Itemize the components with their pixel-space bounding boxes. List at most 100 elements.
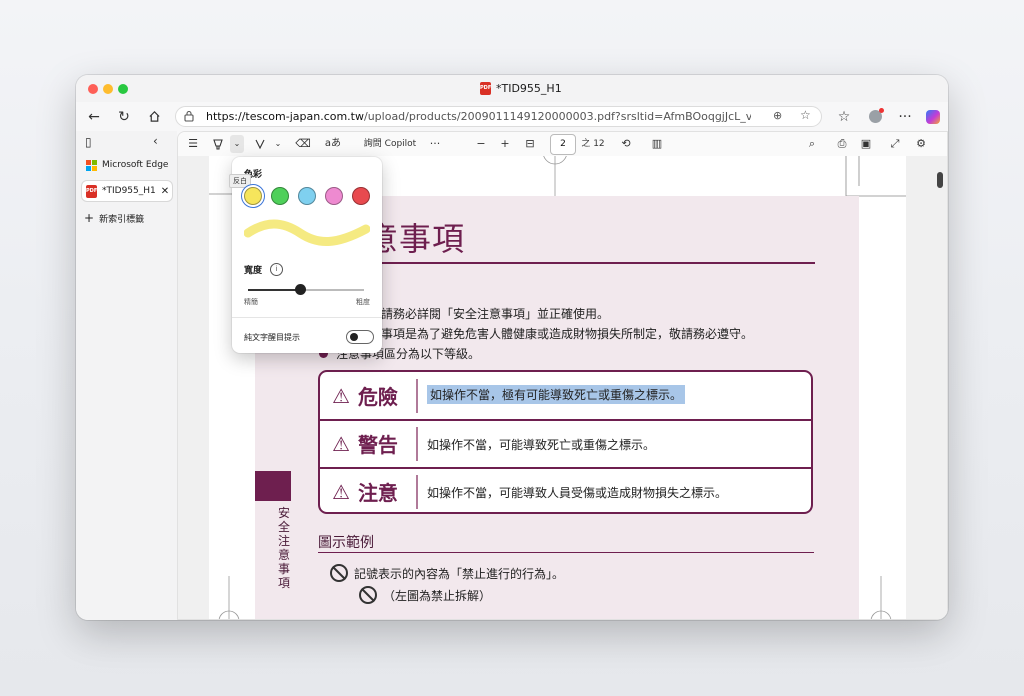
fit-page-icon[interactable]: ⊟ (522, 135, 538, 153)
pdf-icon: PDF (480, 82, 491, 95)
figure-line-1-text: 記號表示的內容為「禁止進行的行為」。 (354, 566, 565, 581)
url-path: /upload/products/2009011149120000003.pdf… (364, 110, 751, 123)
color-swatch-yellow[interactable] (244, 187, 262, 205)
width-min-label: 精簡 (244, 298, 258, 306)
settings-icon[interactable]: ⚙ (913, 135, 929, 153)
highlight-dropdown-chevron-icon[interactable]: ⌄ (230, 135, 244, 153)
warning-text[interactable]: 如操作不當，可能導致死亡或重傷之標示。 (427, 436, 655, 453)
warning-triangle-icon: ⚠ (332, 431, 350, 456)
tab-pdf[interactable]: PDF *TID955_H1 ✕ (82, 181, 172, 201)
more-icon[interactable]: ··· (894, 106, 916, 128)
pdf-toolbar: ☰ ⌄ ⌄ ⌫ aあ 詢問 Copilot ··· − + ⊟ 2 之 12 ⟲… (178, 132, 947, 157)
contents-icon[interactable]: ☰ (184, 135, 202, 153)
refresh-icon[interactable]: ↻ (113, 106, 135, 128)
tab-actions-icon[interactable]: ▯ (85, 135, 92, 149)
url-text[interactable]: https://tescom-japan.com.tw/upload/produ… (206, 110, 751, 123)
title-divider (351, 262, 815, 264)
fullscreen-icon[interactable]: ⤢ (887, 135, 903, 153)
back-icon[interactable]: ← (83, 106, 105, 128)
no-disassembly-icon (359, 586, 377, 604)
warning-levels-table: ⚠ 危險 如操作不當，極有可能導致死亡或重傷之標示。 ⚠ 警告 如操作不當，可能導致… (318, 370, 813, 514)
tab-label: *TID955_H1 (102, 186, 156, 196)
zoom-in-icon[interactable]: + (498, 135, 512, 153)
warning-label: ⚠ 注意 (332, 477, 398, 506)
color-swatch-red[interactable] (352, 187, 370, 205)
highlight-preview-stroke (244, 219, 370, 247)
maximize-window-button[interactable] (118, 84, 128, 94)
new-tab-label: 新索引標籤 (99, 214, 145, 225)
close-tab-icon[interactable]: ✕ (161, 186, 169, 197)
vertical-tabs-sidebar: ▯ ‹ Microsoft Edge PDF *TID955_H1 ✕ + 新索… (76, 131, 177, 620)
width-slider-track[interactable] (248, 289, 301, 291)
figure-line-2: （左圖為禁止拆解） (359, 586, 491, 604)
figure-line-2-text: （左圖為禁止拆解） (383, 588, 492, 603)
highlight-icon[interactable] (210, 135, 226, 153)
favorite-icon[interactable]: ☆ (800, 108, 811, 122)
window-title-text: *TID955_H1 (496, 82, 562, 95)
save-icon[interactable]: ▣ (858, 135, 874, 153)
eraser-icon[interactable]: ⌫ (295, 135, 311, 153)
zoom-out-icon[interactable]: − (474, 135, 488, 153)
figure-divider (318, 552, 814, 553)
page-number-input[interactable]: 2 (550, 134, 576, 155)
width-slider-thumb[interactable] (295, 284, 307, 295)
info-icon[interactable]: i (270, 263, 283, 276)
rotate-icon[interactable]: ⟲ (618, 135, 634, 153)
width-max-label: 粗度 (356, 298, 370, 306)
side-section-label: 安全注意事項 (277, 506, 290, 590)
window-title: PDF *TID955_H1 (480, 82, 562, 95)
plus-icon: + (84, 211, 95, 225)
lock-icon[interactable] (184, 110, 194, 125)
browser-window: PDF *TID955_H1 ← ↻ https://tescom-japan.… (76, 75, 948, 620)
profile-icon[interactable] (864, 106, 886, 128)
figure-line-1: 記號表示的內容為「禁止進行的行為」。 (330, 564, 564, 582)
pdf-icon: PDF (86, 184, 97, 198)
search-icon[interactable]: ⌕ (804, 135, 820, 153)
tab-microsoft-edge[interactable]: Microsoft Edge (82, 155, 172, 175)
new-tab-button[interactable]: + 新索引標籤 (80, 208, 170, 228)
zoom-icon[interactable]: ⊕ (773, 109, 782, 122)
warning-row-danger: ⚠ 危險 如操作不當，極有可能導致死亡或重傷之標示。 (320, 373, 811, 419)
warning-triangle-icon: ⚠ (332, 383, 350, 408)
collapse-sidebar-icon[interactable]: ‹ (153, 134, 158, 148)
figure-section-title: 圖示範例 (318, 535, 374, 551)
url-host: https://tescom-japan.com.tw (206, 110, 364, 123)
warning-row-warning: ⚠ 警告 如操作不當，可能導致死亡或重傷之標示。 (320, 421, 811, 467)
prohibited-icon (330, 564, 348, 582)
minimize-window-button[interactable] (103, 84, 113, 94)
row-separator (416, 379, 418, 413)
warning-label: ⚠ 警告 (332, 429, 398, 458)
warning-label-text: 注意 (357, 481, 398, 505)
section-tab-marker (255, 471, 291, 501)
highlight-tooltip: 反白 (229, 174, 251, 188)
color-swatch-pink[interactable] (325, 187, 343, 205)
warning-text[interactable]: 如操作不當，可能導致人員受傷或造成財物損失之標示。 (427, 484, 727, 501)
text-only-toggle[interactable] (346, 330, 374, 344)
tab-label: Microsoft Edge (102, 160, 169, 170)
color-swatch-blue[interactable] (298, 187, 316, 205)
home-icon[interactable] (143, 106, 165, 128)
toggle-knob (350, 333, 358, 341)
draw-icon[interactable] (252, 135, 268, 153)
ask-copilot-button[interactable]: 詢問 Copilot (361, 135, 419, 153)
title-bar: PDF *TID955_H1 (76, 75, 948, 102)
copilot-icon[interactable] (922, 106, 944, 128)
text-only-label: 純文字醒目提示 (244, 333, 300, 342)
draw-dropdown-chevron-icon[interactable]: ⌄ (273, 135, 283, 153)
text-icon[interactable]: aあ (324, 135, 342, 153)
width-slider-track-rest[interactable] (300, 289, 364, 291)
color-swatch-green[interactable] (271, 187, 289, 205)
browser-toolbar: ← ↻ https://tescom-japan.com.tw/upload/p… (76, 102, 948, 131)
popup-divider (232, 317, 382, 318)
scrollbar-thumb[interactable] (937, 172, 943, 188)
warning-label-text: 危險 (357, 385, 398, 409)
page-view-icon[interactable]: ▥ (649, 135, 665, 153)
close-window-button[interactable] (88, 84, 98, 94)
warning-label-text: 警告 (357, 433, 398, 457)
row-separator (416, 475, 418, 509)
favorites-list-icon[interactable]: ☆ (833, 106, 855, 128)
more-tools-icon[interactable]: ··· (428, 135, 442, 153)
address-bar[interactable]: https://tescom-japan.com.tw/upload/produ… (175, 106, 822, 127)
warning-text-selected[interactable]: 如操作不當，極有可能導致死亡或重傷之標示。 (427, 385, 686, 404)
print-icon[interactable]: ⎙ (834, 135, 850, 153)
